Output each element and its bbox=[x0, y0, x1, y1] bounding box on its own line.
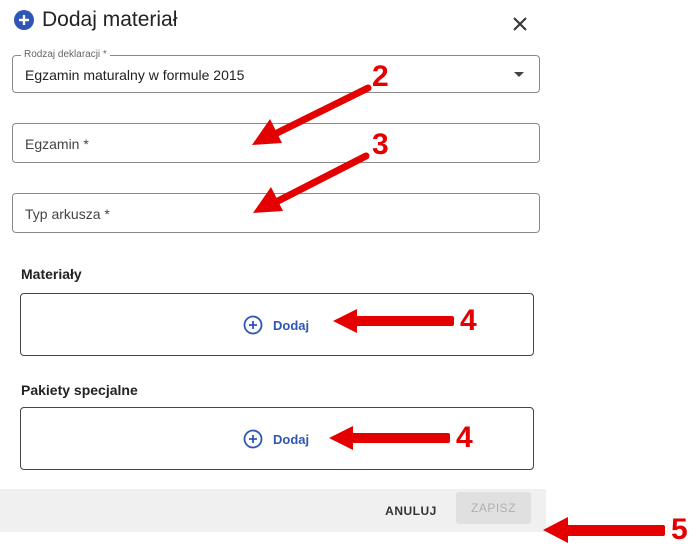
materials-label: Materiały bbox=[21, 266, 82, 282]
dialog-header: Dodaj materiał bbox=[14, 8, 177, 32]
annotation-number-5: 5 bbox=[671, 513, 688, 546]
materials-box: Dodaj bbox=[20, 293, 534, 356]
save-button[interactable]: ZAPISZ bbox=[456, 492, 531, 524]
add-circle-icon bbox=[243, 429, 263, 449]
special-packages-label: Pakiety specjalne bbox=[21, 382, 138, 398]
sheet-type-field[interactable]: Typ arkusza * bbox=[12, 193, 540, 233]
annotation-arrow-save bbox=[543, 517, 665, 543]
annotation-number-2: 2 bbox=[372, 60, 389, 93]
declaration-type-legend: Rodzaj deklaracji * bbox=[21, 49, 110, 61]
annotation-number-3: 3 bbox=[372, 128, 389, 161]
cancel-button[interactable]: ANULUJ bbox=[371, 499, 451, 523]
special-packages-add-button[interactable]: Dodaj bbox=[243, 429, 309, 449]
dialog-title: Dodaj materiał bbox=[42, 8, 178, 31]
dropdown-arrow-icon[interactable] bbox=[514, 72, 524, 77]
dialog-footer: ANULUJ ZAPISZ bbox=[0, 489, 546, 532]
close-icon[interactable] bbox=[508, 12, 532, 36]
exam-placeholder: Egzamin * bbox=[25, 136, 89, 152]
materials-add-button[interactable]: Dodaj bbox=[243, 315, 309, 335]
special-packages-add-label: Dodaj bbox=[273, 431, 310, 447]
annotation-number-4-packages: 4 bbox=[456, 421, 473, 454]
add-circle-icon bbox=[243, 315, 263, 335]
materials-add-label: Dodaj bbox=[273, 317, 310, 333]
sheet-type-placeholder: Typ arkusza * bbox=[25, 206, 110, 222]
annotation-number-4-materials: 4 bbox=[460, 304, 477, 337]
plus-circle-icon bbox=[14, 10, 34, 30]
declaration-type-value: Egzamin maturalny w formule 2015 bbox=[25, 67, 245, 83]
declaration-type-select[interactable]: Rodzaj deklaracji * Egzamin maturalny w … bbox=[12, 49, 540, 93]
exam-field[interactable]: Egzamin * bbox=[12, 123, 540, 163]
